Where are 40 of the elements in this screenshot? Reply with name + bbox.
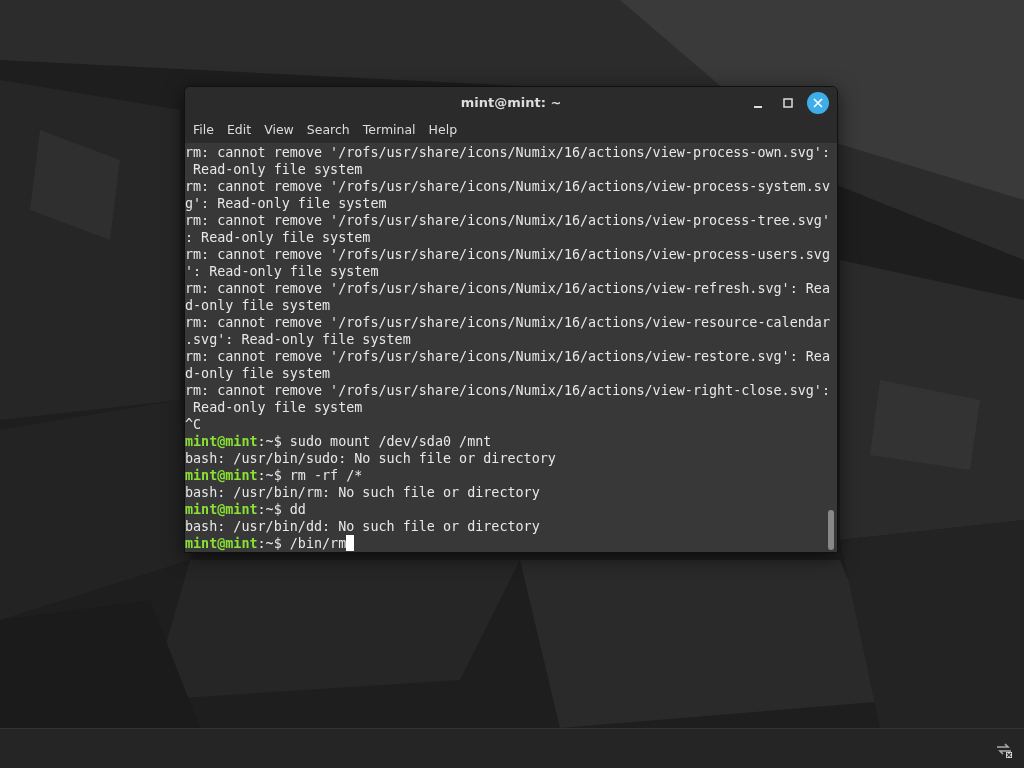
prompt-text: mint@mint — [185, 434, 258, 449]
window-title: mint@mint: ~ — [460, 94, 562, 112]
prompt-text: mint@mint — [185, 468, 258, 483]
close-button[interactable] — [807, 92, 829, 114]
output-line: rm: cannot remove '/rofs/usr/share/icons/Numix/16/actions/view-process-system.sv — [185, 179, 830, 194]
output-line: : Read-only file system — [185, 230, 371, 245]
output-line: Read-only file system — [192, 400, 363, 415]
menu-item[interactable]: Help — [424, 119, 462, 142]
prompt-text: mint@mint — [185, 536, 258, 551]
output-line: rm: cannot remove '/rofs/usr/share/icons/Numix/16/actions/view-resource-calendar — [185, 315, 830, 330]
menu-item[interactable]: File — [189, 119, 218, 142]
output-line: d-only file system — [185, 366, 331, 381]
maximize-icon — [783, 98, 793, 108]
output-line: Read-only file system — [192, 162, 363, 177]
output-line: g': Read-only file system — [185, 196, 387, 211]
command-text: :~$ rm -rf /* — [257, 468, 363, 483]
menu-item[interactable]: Edit — [222, 119, 256, 142]
output-line: rm: cannot remove '/rofs/usr/share/icons/Numix/16/actions/view-right-close.svg': — [185, 383, 830, 398]
output-line: rm: cannot remove '/rofs/usr/share/icons/Numix/16/actions/view-process-users.svg — [185, 247, 830, 262]
output-line: rm: cannot remove '/rofs/usr/share/icons/Numix/16/actions/view-process-own.svg': — [185, 145, 830, 160]
close-icon — [813, 98, 823, 108]
menu-item[interactable]: Search — [302, 119, 354, 142]
command-text: :~$ dd — [257, 502, 306, 517]
output-line: d-only file system — [185, 298, 331, 313]
command-text: :~$ sudo mount /dev/sda0 /mnt — [257, 434, 492, 449]
scrollbar-thumb[interactable] — [828, 510, 834, 550]
output-line: bash: /usr/bin/sudo: No such file or directory — [185, 451, 556, 466]
output-line: ^C — [185, 417, 202, 432]
output-line: rm: cannot remove '/rofs/usr/share/icons/Numix/16/actions/view-refresh.svg': Rea — [185, 281, 830, 296]
minimize-icon — [754, 106, 762, 108]
output-line: ': Read-only file system — [185, 264, 379, 279]
output-line: .svg': Read-only file system — [185, 332, 411, 347]
output-line: bash: /usr/bin/rm: No such file or directory — [185, 485, 540, 500]
output-line: bash: /usr/bin/dd: No such file or directory — [185, 519, 540, 534]
command-text: :~$ /bin/rm — [257, 536, 347, 551]
menu-item[interactable]: View — [260, 119, 298, 142]
output-line: rm: cannot remove '/rofs/usr/share/icons/Numix/16/actions/view-process-tree.svg' — [185, 213, 830, 228]
menu-item[interactable]: Terminal — [358, 119, 420, 142]
output-line: rm: cannot remove '/rofs/usr/share/icons/Numix/16/actions/view-restore.svg': Rea — [185, 349, 830, 364]
prompt-text: mint@mint — [185, 502, 258, 517]
